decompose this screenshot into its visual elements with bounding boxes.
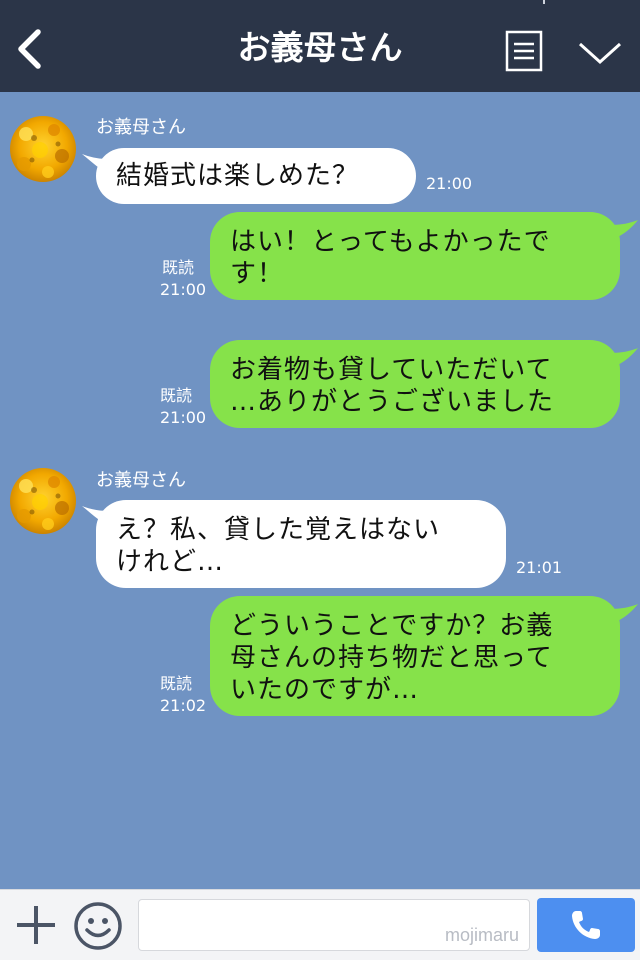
message-input[interactable]: mojimaru xyxy=(138,899,530,951)
read-receipt: 既読 xyxy=(160,674,193,693)
message-bubble-incoming: 結婚式は楽しめた？ xyxy=(96,148,416,204)
message-text-line: はい！とってもよかったで xyxy=(230,227,551,257)
message-text-line: 母さんの持ち物だと思って xyxy=(230,643,553,673)
message-time: 21:00 xyxy=(160,280,207,299)
message-text-line: え？私、貸した覚えはない xyxy=(116,515,441,545)
message-bubble-outgoing: どういうことですか？お義 母さんの持ち物だと思って いたのですが… xyxy=(210,596,620,716)
avatar[interactable] xyxy=(10,468,76,534)
sender-name: お義母さん xyxy=(96,117,186,138)
message-time: 21:00 xyxy=(426,174,473,193)
sender-name: お義母さん xyxy=(96,470,186,491)
message-text: 結婚式は楽しめた？ xyxy=(116,161,360,191)
chat-header: お義母さん xyxy=(0,0,640,92)
collapse-button[interactable] xyxy=(576,38,624,68)
read-receipt: 既読 xyxy=(160,386,193,405)
read-receipt: 既読 xyxy=(162,258,195,277)
avatar-image xyxy=(10,116,76,182)
status-indicator xyxy=(543,0,545,4)
message-bubble-incoming: え？私、貸した覚えはない けれど… xyxy=(96,500,506,588)
avatar-image xyxy=(10,468,76,534)
bubble-tail xyxy=(604,220,638,242)
message-time: 21:02 xyxy=(160,696,207,715)
chevron-down-icon xyxy=(578,42,622,65)
message-bubble-outgoing: お着物も貸していただいて …ありがとうございました xyxy=(210,340,620,428)
bubble-tail xyxy=(604,348,638,370)
message-bubble-outgoing: はい！とってもよかったで す！ xyxy=(210,212,620,300)
emoji-button[interactable] xyxy=(73,901,123,951)
chevron-left-icon xyxy=(18,29,41,69)
plus-icon xyxy=(17,906,55,944)
chat-area: お義母さん 結婚式は楽しめた？ 21:00 既読 21:00 はい！とってもよか… xyxy=(0,92,640,889)
message-text-line: けれど… xyxy=(116,547,225,577)
message-text-line: す！ xyxy=(230,259,285,289)
message-text-line: どういうことですか？お義 xyxy=(230,611,554,641)
menu-list-icon xyxy=(505,30,543,72)
menu-button[interactable] xyxy=(505,30,543,72)
avatar[interactable] xyxy=(10,116,76,182)
input-bar: mojimaru xyxy=(0,889,640,960)
phone-icon xyxy=(572,911,600,939)
message-time: 21:01 xyxy=(516,558,563,577)
message-time: 21:00 xyxy=(160,408,207,427)
message-text-line: お着物も貸していただいて xyxy=(230,355,553,385)
watermark: mojimaru xyxy=(444,925,519,945)
smiley-icon xyxy=(74,902,122,950)
bubble-tail xyxy=(604,604,638,626)
add-button[interactable] xyxy=(14,903,58,947)
call-button[interactable] xyxy=(537,898,635,952)
message-text-line: …ありがとうございました xyxy=(230,387,555,417)
chat-title: お義母さん xyxy=(237,28,403,67)
back-button[interactable] xyxy=(10,26,50,72)
message-text-line: いたのですが… xyxy=(230,675,420,705)
